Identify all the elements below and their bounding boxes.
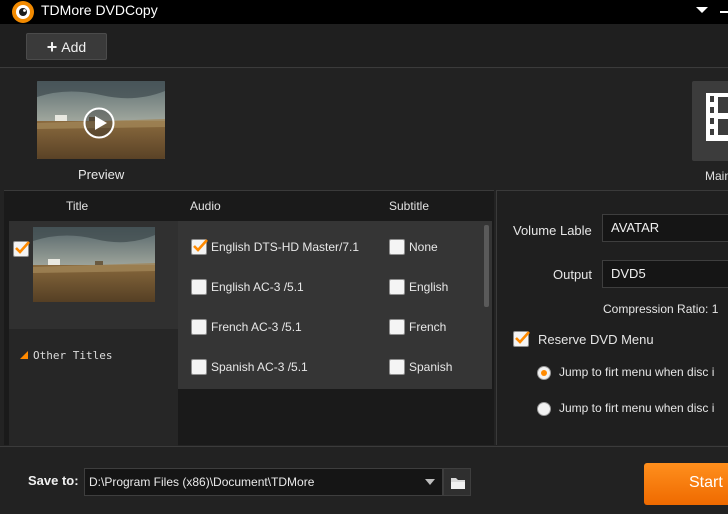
subtitle-column-header: Subtitle: [389, 199, 430, 213]
chevron-down-icon[interactable]: [425, 478, 435, 486]
add-button[interactable]: + Add: [26, 33, 107, 60]
plus-icon: +: [46, 36, 58, 57]
collapse-arrow-icon[interactable]: [20, 351, 28, 359]
add-button-label: Add: [61, 38, 87, 55]
subtitle-checkbox[interactable]: [389, 359, 405, 375]
subtitle-label: French: [409, 320, 447, 334]
toolbar: + Add: [0, 24, 728, 68]
subtitle-label: Spanish: [409, 360, 453, 374]
title-track-panel: Title Audio Subtitle Other Titles Englis…: [4, 190, 494, 446]
play-icon[interactable]: [83, 107, 115, 139]
dropdown-menu-icon[interactable]: [694, 2, 710, 18]
jump-menu-option: Jump to firt menu when disc i: [559, 365, 715, 379]
volume-label: Volume Lable: [513, 223, 592, 238]
output-label: Output: [553, 267, 593, 282]
film-icon: [706, 93, 728, 141]
app-window: TDMore DVDCopy + Add Preview Main Title …: [0, 0, 728, 514]
audio-checkbox[interactable]: [191, 359, 207, 375]
subtitle-label: None: [409, 240, 438, 254]
reserve-menu-checkbox[interactable]: [513, 331, 530, 347]
jump-menu-radio[interactable]: [537, 402, 551, 416]
title-checkbox[interactable]: [13, 241, 30, 257]
folder-icon: [451, 478, 465, 489]
save-to-label: Save to:: [28, 473, 79, 488]
reserve-menu-label: Reserve DVD Menu: [538, 332, 654, 347]
audio-track-label: English DTS-HD Master/7.1: [211, 240, 360, 254]
radio-selected-dot: [541, 370, 547, 376]
mode-label: Main: [705, 169, 728, 183]
audio-track-label: French AC-3 /5.1: [211, 320, 302, 334]
other-titles-section[interactable]: Other Titles: [9, 329, 178, 446]
title-bar: TDMore DVDCopy: [0, 0, 728, 24]
app-title: TDMore DVDCopy: [41, 2, 158, 18]
jump-menu-option: Jump to firt menu when disc i: [559, 401, 715, 415]
track-scrollbar[interactable]: [484, 225, 489, 307]
output-select[interactable]: DVD5: [602, 260, 728, 288]
volume-field[interactable]: AVATAR: [602, 214, 728, 242]
audio-checkbox[interactable]: [191, 239, 208, 255]
audio-track-label: English AC-3 /5.1: [211, 280, 304, 294]
audio-column-header: Audio: [190, 199, 221, 213]
audio-checkbox[interactable]: [191, 279, 207, 295]
title-thumbnail[interactable]: [33, 227, 155, 302]
preview-label: Preview: [78, 167, 125, 182]
subtitle-label: English: [409, 280, 449, 294]
compression-ratio: Compression Ratio: 1: [603, 302, 719, 316]
other-titles-label: Other Titles: [33, 349, 113, 362]
bottom-bar: Save to: D:\Program Files (x86)\Document…: [0, 446, 728, 514]
minimize-icon[interactable]: [720, 2, 728, 18]
browse-folder-button[interactable]: [443, 468, 471, 496]
subtitle-checkbox[interactable]: [389, 319, 405, 335]
audio-checkbox[interactable]: [191, 319, 207, 335]
audio-track-label: Spanish AC-3 /5.1: [211, 360, 308, 374]
preview-area: Preview Main: [0, 69, 728, 190]
subtitle-checkbox[interactable]: [389, 279, 405, 295]
save-path-field[interactable]: D:\Program Files (x86)\Document\TDMore: [84, 468, 443, 496]
start-button[interactable]: Start: [644, 463, 728, 505]
settings-panel: Volume Lable AVATAR Output DVD5 Compress…: [496, 190, 728, 445]
app-logo-icon: [12, 1, 34, 23]
title-column-header: Title: [66, 199, 89, 213]
jump-menu-radio[interactable]: [537, 366, 551, 380]
subtitle-checkbox[interactable]: [389, 239, 405, 255]
